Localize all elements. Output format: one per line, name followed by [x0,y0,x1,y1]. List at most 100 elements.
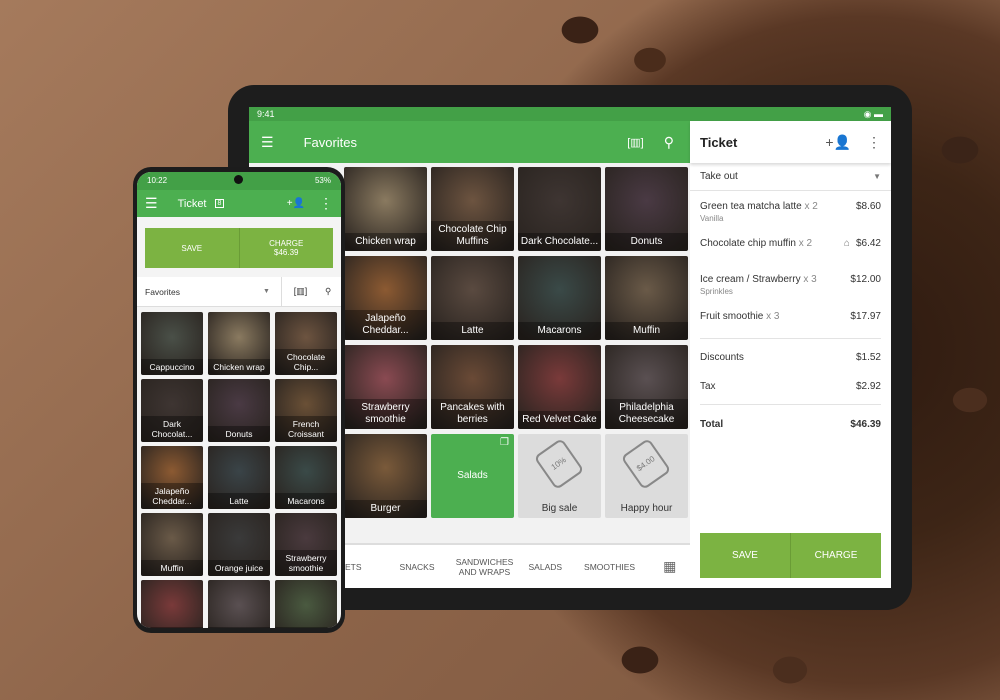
discounts-label: Discounts [700,352,744,363]
menu-icon[interactable]: ☰ [261,134,274,151]
item-tile[interactable]: Strawberry smoothie [275,513,337,576]
price-tag-icon: $4.00 [620,437,672,491]
item-tile[interactable]: Chicken wrap [208,312,270,375]
tile-label: Macarons [518,322,601,340]
item-tile[interactable]: Donuts [208,379,270,442]
tile-label: Jalapeño Cheddar... [344,310,427,340]
page-title: Favorites [303,134,358,150]
ticket-item[interactable]: Fruit smoothie x 3 $17.97 [690,311,891,332]
tile-label: Strawberry smoothie [344,399,427,429]
item-tile[interactable]: Greek... [275,580,337,628]
total-row: Total $46.39 [690,419,891,430]
barcode-icon[interactable]: [▥] [627,136,644,149]
grid-icon[interactable]: ▦ [663,558,676,575]
tab-sweets[interactable]: ETS [345,562,362,572]
menu-icon[interactable]: ☰ [145,195,158,212]
tile-label: Red Velvet Cake [518,411,601,429]
tab-sandwiches[interactable]: SANDWICHES AND WRAPS [455,557,515,577]
tab-smoothies[interactable]: SMOOTHIES [584,562,635,572]
item-tile[interactable]: Philadelphi... [208,580,270,628]
item-tile[interactable]: Cappuccino [141,312,203,375]
item-modifier: Vanilla [700,214,724,223]
more-icon[interactable]: ⋮ [867,134,881,151]
item-tile[interactable]: Chocolate Chip Muffins [431,167,514,251]
item-tile[interactable]: Muffin [605,256,688,340]
item-tile[interactable]: Burger [344,434,427,518]
item-tile[interactable]: Red Velvet [141,580,203,628]
item-tile[interactable]: Donuts [605,167,688,251]
item-price: $12.00 [850,274,881,285]
tile-label: Greek... [275,627,337,628]
ticket-count-badge: 8 [214,199,225,208]
item-tile[interactable]: Jalapeño Cheddar... [141,446,203,509]
tile-label: Donuts [208,426,270,442]
category-select[interactable]: Favorites [145,287,263,297]
tile-label: Latte [431,322,514,340]
item-price: $8.60 [855,201,881,212]
tab-salads[interactable]: SALADS [529,562,563,572]
tile-label: Chocolate Chip... [275,349,337,375]
camera [234,175,243,184]
discount-tile[interactable]: $4.00 Happy hour [605,434,688,518]
tax-value: $2.92 [855,381,881,392]
total-value: $46.39 [850,419,881,430]
charge-button[interactable]: CHARGE [791,533,881,578]
status-time: 10:22 [147,176,168,185]
tile-label: Orange juice [208,560,270,576]
item-tile[interactable]: Macarons [518,256,601,340]
category-tile[interactable]: ❐ Salads [431,434,514,518]
item-tile[interactable]: Strawberry smoothie [344,345,427,429]
item-tile[interactable]: Muffin [141,513,203,576]
item-tile[interactable]: Chicken wrap [344,167,427,251]
item-tile[interactable]: Orange juice [208,513,270,576]
dining-option-select[interactable]: Take out ▼ [690,163,891,191]
item-tile[interactable]: Latte [208,446,270,509]
add-customer-icon[interactable]: +👤 [287,198,305,209]
ticket-item[interactable]: Ice cream / Strawberry x 3 $12.00 Sprinkle… [690,274,891,296]
item-tile[interactable]: Pancakes with berries [431,345,514,429]
discount-tile[interactable]: 10% Big sale [518,434,601,518]
item-tile[interactable]: Chocolate Chip... [275,312,337,375]
save-button[interactable]: SAVE [700,533,791,578]
tile-label: Jalapeño Cheddar... [141,483,203,509]
add-customer-icon[interactable]: +👤 [825,134,851,151]
item-qty: x 2 [804,201,818,212]
copy-icon: ❐ [500,437,509,448]
dining-option: Take out [700,171,738,182]
ticket-item[interactable]: Chocolate chip muffin x 2 ⌂ $6.42 [690,238,891,259]
item-tile[interactable]: Dark Chocolat... [141,379,203,442]
item-name: Green tea matcha latte [700,201,802,212]
tile-label: French Croissant [275,416,337,442]
tab-snacks[interactable]: SNACKS [400,562,435,572]
ticket-panel: Ticket +👤 ⋮ Take out ▼ Green tea matcha l… [690,121,891,588]
search-icon[interactable]: ⚲ [664,134,674,151]
ticket-title: Ticket [700,134,738,150]
charge-button[interactable]: CHARGE $46.39 [239,228,333,268]
ticket-item[interactable]: Green tea matcha latte x 2 $8.60 Vanilla [690,201,891,223]
item-tile[interactable]: French Croissant [275,379,337,442]
item-tile[interactable]: Philadelphia Cheesecake [605,345,688,429]
more-icon[interactable]: ⋮ [319,195,333,212]
status-time: 9:41 [257,109,275,119]
item-tile[interactable]: Dark Chocolate... [518,167,601,251]
item-tile[interactable]: Macarons [275,446,337,509]
item-qty: x 2 [798,238,813,249]
item-tile[interactable]: Latte [431,256,514,340]
tile-label: Philadelphia Cheesecake [605,399,688,429]
tile-label: Dark Chocolat... [141,416,203,442]
toolbar: ☰ Favorites [▥] ⚲ [249,121,690,163]
tile-label: Burger [344,500,427,518]
tile-label: Macarons [275,493,337,509]
item-tile[interactable]: Red Velvet Cake [518,345,601,429]
item-tile[interactable]: Jalapeño Cheddar... [344,256,427,340]
tile-label: Muffin [141,560,203,576]
tile-label: Muffin [605,322,688,340]
barcode-icon[interactable]: [▥] [281,276,319,307]
phone-screen: 10:22 53% ☰ Ticket 8 +👤 ⋮ SAVE CHARGE $46.… [137,172,341,628]
charge-amount: $46.39 [274,248,299,257]
item-price: $6.42 [855,238,881,249]
status-bar: 9:41 ◉ ▬ [249,107,891,121]
save-button[interactable]: SAVE [145,228,240,268]
discounts-value: $1.52 [855,352,881,363]
search-icon[interactable]: ⚲ [325,286,331,297]
